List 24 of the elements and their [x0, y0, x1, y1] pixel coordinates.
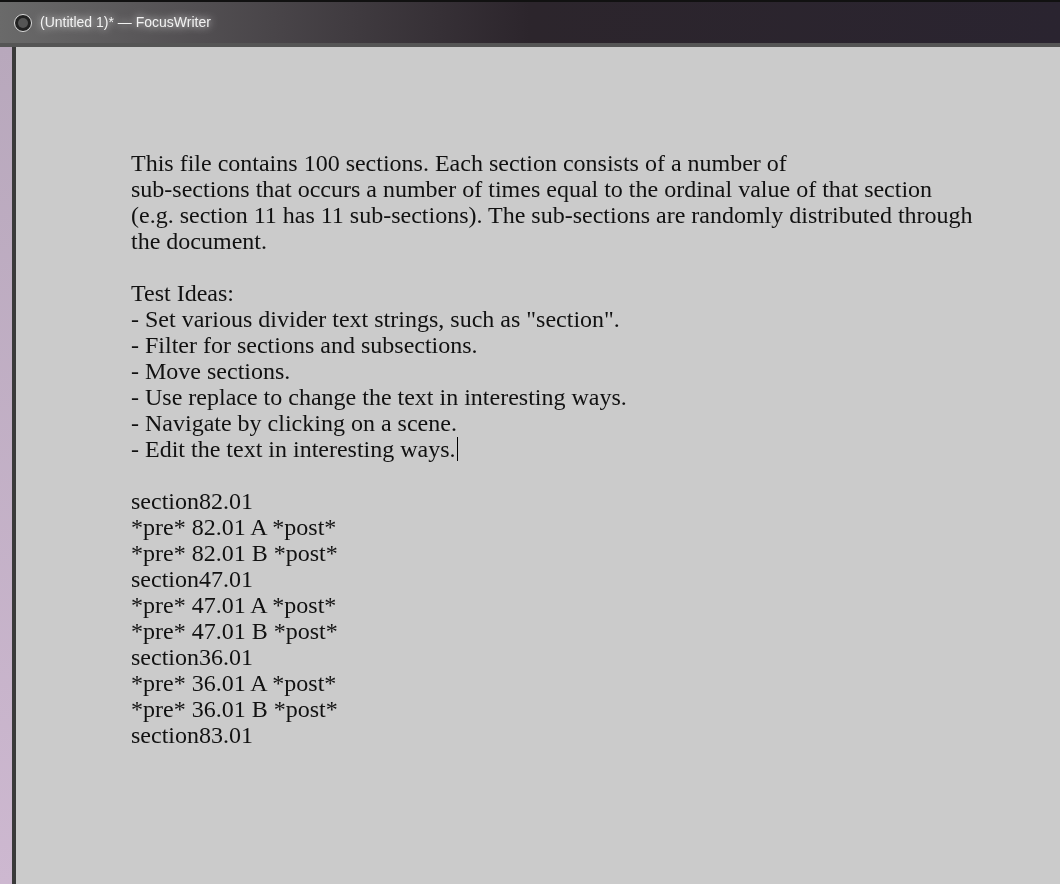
text-line: - Filter for sections and subsections.: [131, 332, 478, 358]
text-line: section36.01: [131, 644, 253, 670]
text-line: - Edit the text in interesting ways.: [131, 436, 456, 462]
text-line: *pre* 82.01 A *post*: [131, 514, 337, 540]
text-line: *pre* 47.01 B *post*: [131, 618, 338, 644]
text-line: *pre* 36.01 A *post*: [131, 670, 337, 696]
text-line: - Move sections.: [131, 358, 291, 384]
text-line: Test Ideas:: [131, 280, 234, 306]
editor-page[interactable]: [16, 47, 1060, 884]
text-line: *pre* 47.01 A *post*: [131, 592, 337, 618]
text-line: *pre* 82.01 B *post*: [131, 540, 338, 566]
text-line: (e.g. section 11 has 11 sub-sections). The sub-sections are randomly distributed through: [131, 202, 973, 228]
window-title: (Untitled 1)* — FocusWriter: [40, 13, 211, 32]
text-line: - Set various divider text strings, such as "section".: [131, 306, 620, 332]
app-logo-icon: [14, 13, 32, 32]
text-line: *pre* 36.01 B *post*: [131, 696, 338, 722]
text-line: section82.01: [131, 488, 253, 514]
text-line: sub-sections that occurs a number of times equal to the ordinal value of that section: [131, 176, 933, 202]
text-line: section47.01: [131, 566, 253, 592]
text-line: - Use replace to change the text in interesting ways.: [131, 384, 627, 410]
text-line: section83.01: [131, 722, 253, 748]
text-line: the document.: [131, 228, 267, 254]
text-line: This file contains 100 sections. Each section consists of a number of: [131, 150, 787, 176]
text-line: - Navigate by clicking on a scene.: [131, 410, 457, 436]
